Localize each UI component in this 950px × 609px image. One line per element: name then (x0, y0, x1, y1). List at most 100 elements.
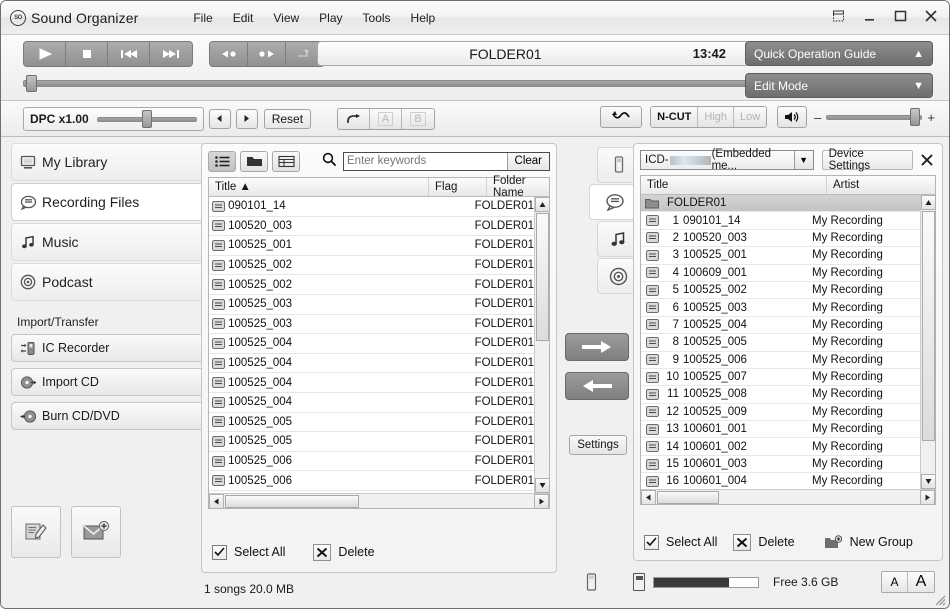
column-header-title[interactable]: Title ▲ (209, 178, 429, 196)
volume-slider[interactable] (826, 108, 923, 126)
ncut-label[interactable]: N-CUT (651, 107, 699, 127)
table-row[interactable]: 100525_004 FOLDER01 (209, 373, 534, 393)
new-group-icon[interactable] (823, 534, 843, 550)
table-row[interactable]: 13 100601_001 My Recording (641, 421, 920, 439)
table-row[interactable]: 14 100601_002 My Recording (641, 438, 920, 456)
table-row[interactable]: 100525_004 FOLDER01 (209, 354, 534, 374)
table-row[interactable]: 100525_004 FOLDER01 (209, 393, 534, 413)
edit-note-button[interactable] (11, 506, 61, 558)
table-row[interactable]: 3 100525_001 My Recording (641, 247, 920, 265)
search-box[interactable]: Clear (343, 151, 550, 171)
skip-back-button[interactable] (210, 42, 248, 66)
ic-recorder-button[interactable]: IC Recorder (11, 334, 211, 362)
center-delete-button[interactable] (313, 543, 332, 561)
center-delete-label[interactable]: Delete (338, 545, 374, 559)
device-horizontal-scrollbar[interactable] (641, 489, 935, 505)
dpc-reset-button[interactable]: Reset (263, 108, 312, 129)
font-size-small-button[interactable]: A (882, 572, 908, 592)
device-delete-label[interactable]: Delete (758, 535, 794, 549)
table-row[interactable]: 100520_003 FOLDER01 (209, 217, 534, 237)
scroll-down-arrow-icon[interactable] (535, 478, 550, 493)
table-row[interactable]: 4 100609_001 My Recording (641, 265, 920, 282)
detail-view-button[interactable] (272, 150, 300, 172)
table-row[interactable]: 6 100525_003 My Recording (641, 299, 920, 317)
window-resize-grip[interactable] (932, 592, 946, 606)
scroll-left-arrow-icon[interactable] (209, 493, 224, 509)
column-header-title[interactable]: Title (641, 176, 827, 194)
device-new-group-label[interactable]: New Group (850, 535, 913, 549)
restore-down-icon[interactable] (828, 6, 848, 26)
device-hscroll-thumb[interactable] (657, 491, 719, 504)
volume-track[interactable] (826, 115, 923, 120)
center-scroll-thumb[interactable] (536, 213, 549, 341)
table-row[interactable]: 11 100525_008 My Recording (641, 386, 920, 404)
quick-operation-guide-button[interactable]: Quick Operation Guide ▲ (745, 41, 933, 66)
previous-button[interactable] (108, 42, 150, 66)
device-delete-button[interactable] (733, 533, 752, 551)
device-scroll-thumb[interactable] (922, 211, 935, 441)
table-row[interactable]: 100525_006 FOLDER01 (209, 452, 534, 472)
seek-slider[interactable] (23, 75, 749, 92)
center-vertical-scrollbar[interactable] (534, 197, 550, 493)
play-button[interactable] (24, 42, 66, 66)
table-row[interactable]: 16 100601_004 My Recording (641, 473, 920, 489)
table-row[interactable]: 1 090101_14 My Recording (641, 212, 920, 230)
column-header-flag[interactable]: Flag (429, 178, 487, 196)
table-row[interactable]: 100525_005 FOLDER01 (209, 413, 534, 433)
table-row[interactable]: 100525_002 FOLDER01 (209, 275, 534, 295)
scroll-up-arrow-icon[interactable] (535, 197, 550, 212)
settings-button[interactable]: Settings (569, 435, 627, 455)
table-row[interactable]: 10 100525_007 My Recording (641, 369, 920, 387)
scroll-right-arrow-icon[interactable] (920, 489, 935, 505)
next-button[interactable] (150, 42, 192, 66)
scroll-right-arrow-icon[interactable] (534, 493, 549, 509)
ab-point-b-button[interactable]: B (402, 108, 435, 129)
maximize-icon[interactable] (890, 6, 910, 26)
search-clear-button[interactable]: Clear (506, 152, 549, 170)
sidebar-item-music[interactable]: Music (11, 223, 211, 261)
menu-help[interactable]: Help (409, 9, 438, 27)
ab-point-a-button[interactable]: A (370, 108, 403, 129)
chevron-down-icon[interactable]: ▼ (793, 151, 813, 169)
stop-button[interactable] (66, 42, 108, 66)
table-row[interactable]: 8 100525_005 My Recording (641, 334, 920, 352)
device-select-all-label[interactable]: Select All (666, 535, 717, 549)
table-row[interactable]: 12 100525_009 My Recording (641, 404, 920, 422)
table-row[interactable]: 5 100525_002 My Recording (641, 282, 920, 300)
repeat-button[interactable] (338, 108, 371, 129)
table-row[interactable]: 100525_006 FOLDER01 (209, 471, 534, 491)
new-mail-button[interactable] (71, 506, 121, 558)
center-horizontal-scrollbar[interactable] (209, 493, 549, 509)
seek-track[interactable] (23, 80, 749, 87)
table-row[interactable]: 090101_14 FOLDER01 (209, 197, 534, 217)
close-icon[interactable] (921, 6, 941, 26)
folder-view-button[interactable] (240, 150, 268, 172)
sidebar-item-recording-files[interactable]: Recording Files (11, 183, 211, 221)
noise-cut-toggle-button[interactable] (600, 106, 643, 128)
ncut-low-button[interactable]: Low (733, 107, 767, 127)
dpc-increase-button[interactable] (235, 108, 258, 129)
minimize-icon[interactable] (859, 6, 879, 26)
table-row[interactable]: 100525_003 FOLDER01 (209, 315, 534, 335)
center-select-all-label[interactable]: Select All (234, 545, 285, 559)
volume-thumb[interactable] (910, 108, 921, 126)
table-row[interactable]: 15 100601_003 My Recording (641, 456, 920, 474)
speaker-icon[interactable] (777, 106, 808, 128)
font-size-large-button[interactable]: A (908, 572, 934, 592)
menu-file[interactable]: File (191, 9, 214, 27)
table-row[interactable]: 100525_004 FOLDER01 (209, 334, 534, 354)
skip-forward-button[interactable] (248, 42, 286, 66)
scroll-left-arrow-icon[interactable] (641, 489, 656, 505)
device-select-all-checkbox[interactable] (644, 534, 659, 550)
device-select[interactable]: ICD- (Embedded me... ▼ (640, 148, 814, 172)
table-row[interactable]: 9 100525_006 My Recording (641, 352, 920, 369)
column-header-artist[interactable]: Artist (827, 176, 935, 194)
transfer-to-library-button[interactable] (565, 372, 629, 400)
ncut-high-button[interactable]: High (698, 107, 734, 127)
dpc-decrease-button[interactable] (208, 108, 231, 129)
table-row[interactable]: 100525_002 FOLDER01 (209, 256, 534, 276)
sidebar-item-podcast[interactable]: Podcast (11, 263, 211, 301)
menu-play[interactable]: Play (317, 9, 344, 27)
table-row[interactable]: 100525_005 FOLDER01 (209, 432, 534, 452)
device-close-icon[interactable] (919, 151, 936, 169)
